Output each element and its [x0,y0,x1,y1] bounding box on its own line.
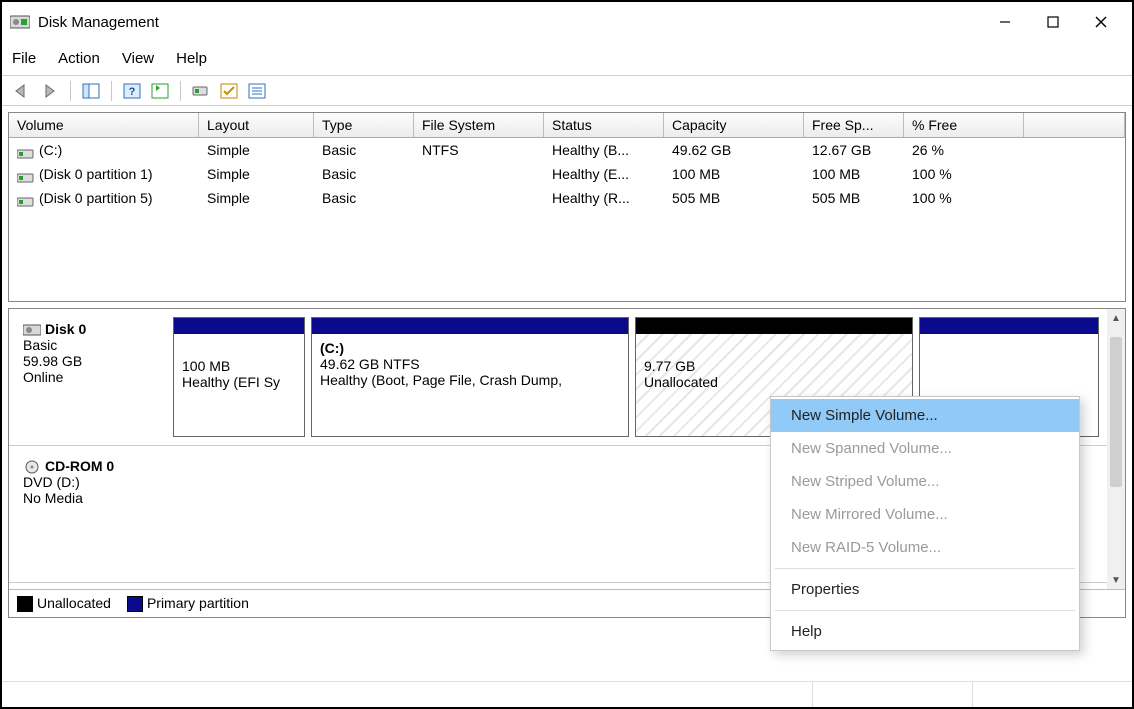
volume-status: Healthy (B... [544,140,664,160]
minimize-button[interactable] [982,6,1028,38]
disk-label[interactable]: CD-ROM 0DVD (D:)No Media [17,454,177,574]
volume-layout: Simple [199,140,314,160]
scroll-thumb[interactable] [1110,337,1122,487]
volume-list-header: Volume Layout Type File System Status Ca… [9,113,1125,138]
volume-icon [17,170,35,180]
volume-pct: 26 % [904,140,1024,160]
disk-info-line: Online [23,369,167,385]
legend-unallocated: Unallocated [17,595,111,612]
partition-status: Healthy (EFI Sy [182,374,296,390]
action-3-button[interactable] [245,80,269,102]
legend-primary: Primary partition [127,595,249,612]
col-filesystem[interactable]: File System [414,113,544,137]
forward-button[interactable] [38,80,62,102]
partition[interactable]: 100 MBHealthy (EFI Sy [173,317,305,437]
cdrom-icon [23,460,41,474]
context-item[interactable]: New Simple Volume... [771,399,1079,432]
partition-size: 9.77 GB [644,358,904,374]
volume-pct: 100 % [904,188,1024,208]
disk-info-line: DVD (D:) [23,474,171,490]
toolbar: ? [2,76,1132,106]
volume-free: 12.67 GB [804,140,904,160]
context-item: New RAID-5 Volume... [771,531,1079,564]
maximize-button[interactable] [1030,6,1076,38]
volume-status: Healthy (E... [544,164,664,184]
col-pct[interactable]: % Free [904,113,1024,137]
volume-row[interactable]: (Disk 0 partition 5) SimpleBasic Healthy (… [9,186,1125,210]
context-item: New Spanned Volume... [771,432,1079,465]
volume-name: (Disk 0 partition 1) [39,166,153,182]
col-type[interactable]: Type [314,113,414,137]
context-help[interactable]: Help [771,615,1079,648]
volume-fs [414,188,544,208]
volume-list: Volume Layout Type File System Status Ca… [8,112,1126,302]
svg-text:?: ? [129,86,136,98]
volume-free: 100 MB [804,164,904,184]
disk-icon [23,323,41,337]
volume-row[interactable]: (C:) SimpleBasicNTFSHealthy (B...49.62 GB… [9,138,1125,162]
volume-icon [17,146,35,156]
volume-name: (C:) [39,142,62,158]
col-status[interactable]: Status [544,113,664,137]
context-menu: New Simple Volume...New Spanned Volume..… [770,396,1080,651]
volume-row[interactable]: (Disk 0 partition 1) SimpleBasic Healthy (… [9,162,1125,186]
back-button[interactable] [10,80,34,102]
menu-help[interactable]: Help [176,50,207,67]
context-item: New Striped Volume... [771,465,1079,498]
titlebar: Disk Management [2,2,1132,42]
partition-title: (C:) [320,340,620,356]
col-volume[interactable]: Volume [9,113,199,137]
partition-status: Healthy (Boot, Page File, Crash Dump, [320,372,620,388]
volume-layout: Simple [199,164,314,184]
menu-view[interactable]: View [122,50,154,67]
window-title: Disk Management [38,14,159,31]
volume-type: Basic [314,164,414,184]
disk-info-line: Basic [23,337,167,353]
show-hide-console-tree-button[interactable] [79,80,103,102]
refresh-button[interactable] [148,80,172,102]
volume-status: Healthy (R... [544,188,664,208]
action-1-button[interactable] [189,80,213,102]
menubar: File Action View Help [2,42,1132,76]
close-button[interactable] [1078,6,1124,38]
volume-layout: Simple [199,188,314,208]
volume-type: Basic [314,188,414,208]
volume-capacity: 100 MB [664,164,804,184]
partition[interactable]: (C:)49.62 GB NTFSHealthy (Boot, Page Fil… [311,317,629,437]
volume-type: Basic [314,140,414,160]
col-layout[interactable]: Layout [199,113,314,137]
volume-icon [17,194,35,204]
vertical-scrollbar[interactable]: ▲ ▼ [1107,309,1125,589]
menu-action[interactable]: Action [58,50,100,67]
volume-capacity: 49.62 GB [664,140,804,160]
volume-free: 505 MB [804,188,904,208]
volume-fs: NTFS [414,140,544,160]
col-capacity[interactable]: Capacity [664,113,804,137]
menu-file[interactable]: File [12,50,36,67]
partition-size: 100 MB [182,358,296,374]
volume-name: (Disk 0 partition 5) [39,190,153,206]
disk-label[interactable]: Disk 0Basic59.98 GBOnline [17,317,173,437]
statusbar [2,681,1132,707]
partition-size: 49.62 GB NTFS [320,356,620,372]
partition-status: Unallocated [644,374,904,390]
volume-pct: 100 % [904,164,1024,184]
scroll-down-icon[interactable]: ▼ [1111,571,1121,589]
disk-management-icon [10,12,30,32]
volume-capacity: 505 MB [664,188,804,208]
col-free[interactable]: Free Sp... [804,113,904,137]
disk-info-line: No Media [23,490,171,506]
action-2-button[interactable] [217,80,241,102]
context-item: New Mirrored Volume... [771,498,1079,531]
context-properties[interactable]: Properties [771,573,1079,606]
disk-info-line: 59.98 GB [23,353,167,369]
scroll-up-icon[interactable]: ▲ [1111,309,1121,327]
volume-fs [414,164,544,184]
help-button[interactable]: ? [120,80,144,102]
